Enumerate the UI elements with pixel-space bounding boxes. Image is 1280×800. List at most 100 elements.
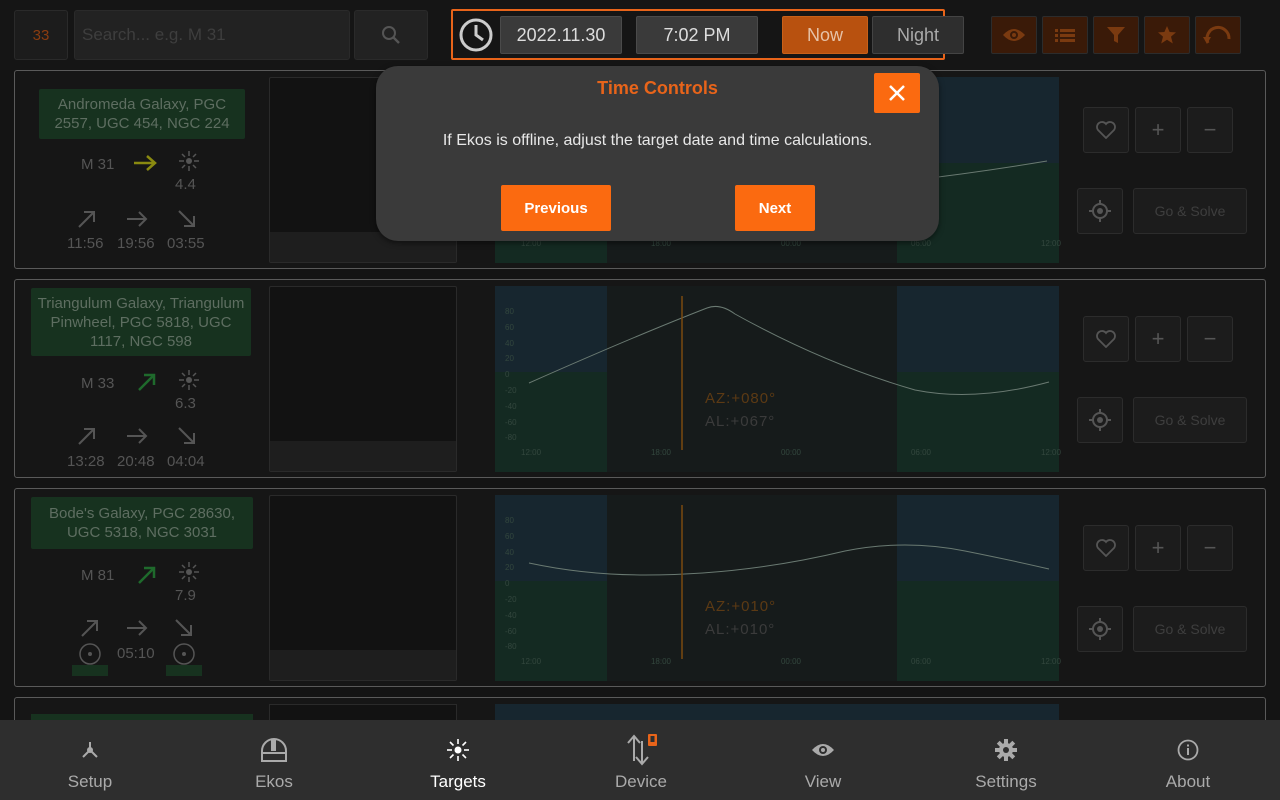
search-icon (382, 26, 400, 44)
next-button[interactable]: Next (735, 185, 815, 231)
plus-icon: + (1151, 117, 1165, 142)
transit-time: 19:56 (117, 235, 155, 252)
previous-button[interactable]: Previous (501, 185, 611, 231)
rising-arrow-icon (138, 373, 156, 391)
dialog-message: If Ekos is offline, adjust the target da… (442, 132, 873, 149)
favorite-button[interactable] (1083, 525, 1129, 571)
target-thumbnail (269, 495, 457, 681)
nav-label: About (1165, 772, 1211, 791)
remove-button[interactable]: − (1187, 107, 1233, 153)
rise-icon (78, 211, 95, 228)
transit-icon (127, 620, 148, 636)
x-tick: 12:00 (1040, 448, 1061, 457)
clock-icon (459, 18, 493, 52)
list-button[interactable] (1042, 16, 1088, 54)
x-tick: 06:00 (910, 657, 931, 666)
nav-ekos[interactable]: Ekos (204, 720, 344, 800)
add-button[interactable]: + (1135, 525, 1181, 571)
transit-time: 05:10 (117, 645, 155, 662)
target-id: M 81 (81, 567, 115, 584)
about-icon (1177, 739, 1199, 761)
altitude-readout: AL:+067° (705, 413, 776, 430)
go-solve-button[interactable]: Go & Solve (1133, 606, 1247, 652)
reset-button[interactable] (1195, 16, 1241, 54)
target-row[interactable]: Triangulum Galaxy, Triangulum Pinwheel, … (14, 279, 1266, 478)
search-input[interactable] (74, 10, 350, 60)
target-thumbnail (269, 286, 457, 472)
magnitude-icon (179, 562, 199, 582)
transit-icon (127, 428, 148, 444)
time-button[interactable]: 7:02 PM (636, 16, 758, 54)
close-icon (889, 85, 905, 101)
remove-button[interactable]: − (1187, 316, 1233, 362)
target-row[interactable]: Bode's Galaxy, PGC 28630, UGC 5318, NGC … (14, 488, 1266, 687)
plus-icon: + (1151, 535, 1165, 560)
magnitude-icon (179, 151, 199, 171)
go-solve-button[interactable]: Go & Solve (1133, 397, 1247, 443)
set-icon (178, 427, 195, 444)
setup-icon (82, 742, 98, 758)
x-tick: 00:00 (780, 448, 801, 457)
nav-view[interactable]: View (753, 720, 893, 800)
heart-icon (1096, 539, 1116, 557)
center-target-button[interactable] (1077, 606, 1123, 652)
search-button[interactable] (354, 10, 428, 60)
go-solve-button[interactable]: Go & Solve (1133, 188, 1247, 234)
visibility-button[interactable] (991, 16, 1037, 54)
altitude-curve (528, 296, 1050, 450)
rise-icon (78, 428, 95, 445)
nav-targets[interactable]: Targets (388, 720, 528, 800)
star-icon (1158, 26, 1176, 44)
night-button[interactable]: Night (872, 16, 964, 54)
date-button[interactable]: 2022.11.30 (500, 16, 622, 54)
remove-button[interactable]: − (1187, 525, 1233, 571)
nav-about[interactable]: About (1118, 720, 1258, 800)
rise-icon (81, 620, 98, 637)
minus-icon: − (1203, 535, 1217, 560)
target-count: 33 (14, 10, 68, 60)
close-button[interactable] (874, 73, 920, 113)
x-tick: 06:00 (910, 448, 931, 457)
favorites-button[interactable] (1144, 16, 1190, 54)
target-name: Triangulum Galaxy, Triangulum Pinwheel, … (31, 288, 251, 356)
undo-icon (1203, 25, 1231, 44)
transit-icon (127, 211, 148, 227)
add-button[interactable]: + (1135, 316, 1181, 362)
targets-icon (447, 739, 469, 761)
filter-icon (1107, 27, 1125, 43)
nav-settings[interactable]: Settings (936, 720, 1076, 800)
nav-label: Ekos (255, 772, 293, 791)
x-tick: 12:00 (1040, 239, 1061, 248)
x-tick: 12:00 (521, 657, 542, 666)
altitude-chart: 80 60 40 20 0 -20 -40 -60 -80 AZ:+010° AL:+010° … (495, 495, 1061, 681)
x-tick: 12:00 (1040, 657, 1061, 666)
set-time: 03:55 (167, 235, 205, 252)
x-tick: 12:00 (521, 448, 542, 457)
center-target-button[interactable] (1077, 188, 1123, 234)
plus-icon: + (1151, 326, 1165, 351)
add-button[interactable]: + (1135, 107, 1181, 153)
dialog-title: Time Controls (597, 78, 718, 98)
nav-label: View (804, 772, 842, 791)
center-target-button[interactable] (1077, 397, 1123, 443)
heart-icon (1096, 330, 1116, 348)
nav-device[interactable]: Device (571, 720, 711, 800)
nav-label: Setup (67, 772, 113, 791)
crosshair-icon (1089, 200, 1111, 222)
view-icon (812, 744, 834, 756)
list-icon (1055, 29, 1075, 42)
set-icon (175, 619, 192, 636)
filter-button[interactable] (1093, 16, 1139, 54)
circumpolar-bar (72, 665, 108, 676)
favorite-button[interactable] (1083, 316, 1129, 362)
altitude-curve (528, 505, 1050, 659)
target-name: Bode's Galaxy, PGC 28630, UGC 5318, NGC … (31, 497, 253, 549)
minus-icon: − (1203, 326, 1217, 351)
rising-arrow-icon (138, 566, 156, 584)
now-button[interactable]: Now (782, 16, 868, 54)
nav-setup[interactable]: Setup (20, 720, 160, 800)
circumpolar-icon (79, 643, 101, 665)
top-bar: 33 2022.11.30 7:02 PM Now Night (0, 0, 1280, 70)
favorite-button[interactable] (1083, 107, 1129, 153)
magnitude-value: 4.4 (175, 176, 196, 193)
